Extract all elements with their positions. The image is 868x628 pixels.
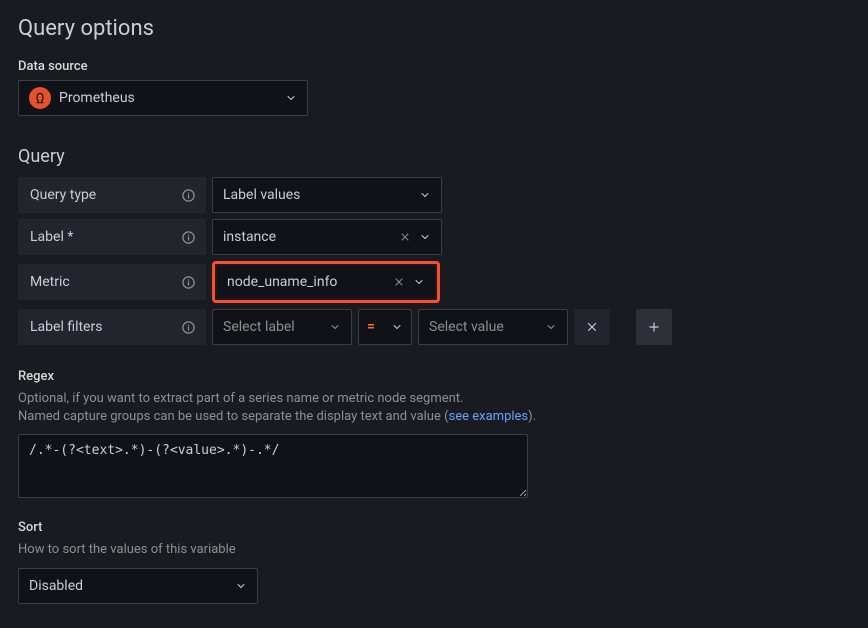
labelfilters-label: Label filters [18, 309, 206, 345]
label-value: instance [223, 229, 391, 245]
sort-help: How to sort the values of this variable [18, 541, 850, 559]
sort-value: Disabled [29, 578, 227, 594]
datasource-select[interactable]: Prometheus [18, 80, 308, 116]
filter-label-placeholder: Select label [223, 319, 321, 335]
remove-filter-button[interactable] [574, 309, 610, 345]
regex-help: Optional, if you want to extract part of… [18, 390, 850, 426]
info-icon [180, 274, 196, 290]
chevron-down-icon [413, 276, 425, 288]
filter-label-select[interactable]: Select label [212, 309, 352, 345]
chevron-down-icon [419, 231, 431, 243]
sort-select[interactable]: Disabled [18, 568, 258, 604]
chevron-down-icon [285, 92, 297, 104]
clear-icon[interactable] [393, 276, 405, 288]
chevron-down-icon [419, 189, 431, 201]
filter-value-placeholder: Select value [429, 319, 537, 335]
info-icon [180, 229, 196, 245]
close-icon [585, 320, 599, 334]
clear-icon[interactable] [399, 231, 411, 243]
datasource-value: Prometheus [59, 90, 277, 106]
regex-input[interactable] [18, 434, 528, 498]
info-icon [180, 319, 196, 335]
chevron-down-icon [391, 321, 403, 333]
metric-highlight-box: node_uname_info [212, 261, 440, 303]
metric-value: node_uname_info [227, 274, 385, 290]
chevron-down-icon [235, 580, 247, 592]
metric-label: Metric [18, 264, 206, 300]
page-title: Query options [18, 16, 850, 41]
query-section-title: Query [18, 146, 850, 167]
filter-operator-value: = [367, 319, 383, 335]
filter-value-select[interactable]: Select value [418, 309, 568, 345]
query-type-select[interactable]: Label values [212, 177, 442, 213]
filter-operator-select[interactable]: = [358, 309, 412, 345]
label-select[interactable]: instance [212, 219, 442, 255]
chevron-down-icon [545, 321, 557, 333]
plus-icon [647, 320, 661, 334]
metric-select[interactable]: node_uname_info [217, 266, 435, 298]
query-type-label: Query type [18, 177, 206, 213]
see-examples-link[interactable]: see examples [449, 409, 529, 424]
label-label: Label * [18, 219, 206, 255]
add-filter-button[interactable] [636, 309, 672, 345]
regex-label: Regex [18, 369, 850, 384]
chevron-down-icon [329, 321, 341, 333]
datasource-label: Data source [18, 59, 850, 74]
sort-label: Sort [18, 520, 850, 535]
info-icon [180, 187, 196, 203]
prometheus-icon [29, 87, 51, 109]
query-type-value: Label values [223, 187, 411, 203]
